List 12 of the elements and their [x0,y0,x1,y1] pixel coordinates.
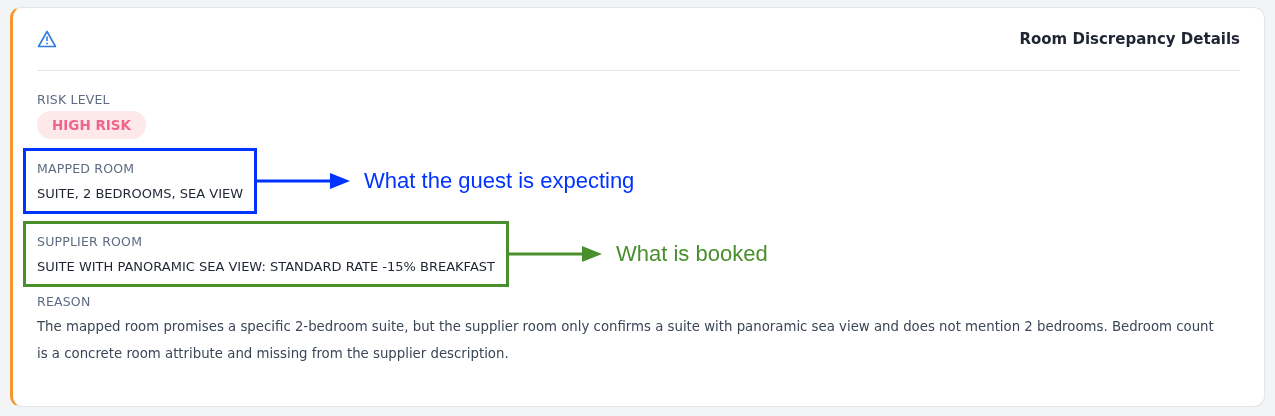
reason-text: The mapped room promises a specific 2-bedroom suite, but the supplier room only confirms a suite with panoramic sea view and does not mention 2 bedrooms. Bedroom count is a concrete room attribute and missing from the supplier description. [37,318,1215,363]
field-label: RISK LEVEL [37,92,111,108]
card-title: Room Discrepancy Details [1019,30,1240,48]
risk-badge: HIGH RISK [37,111,146,139]
annotation-text: What the guest is expecting [364,168,635,194]
room-name: SUITE, 2 BEDROOMS, SEA VIEW [37,185,244,203]
field-label: REASON [37,294,92,310]
room-name: SUITE WITH PANORAMIC SEA VIEW: STANDARD RATE -15% BREAKFAST [37,258,495,276]
annotation-text: What is booked [616,241,768,267]
field-label: MAPPED ROOM [37,161,136,177]
warning-icon [37,30,57,48]
field-label: SUPPLIER ROOM [37,234,144,250]
